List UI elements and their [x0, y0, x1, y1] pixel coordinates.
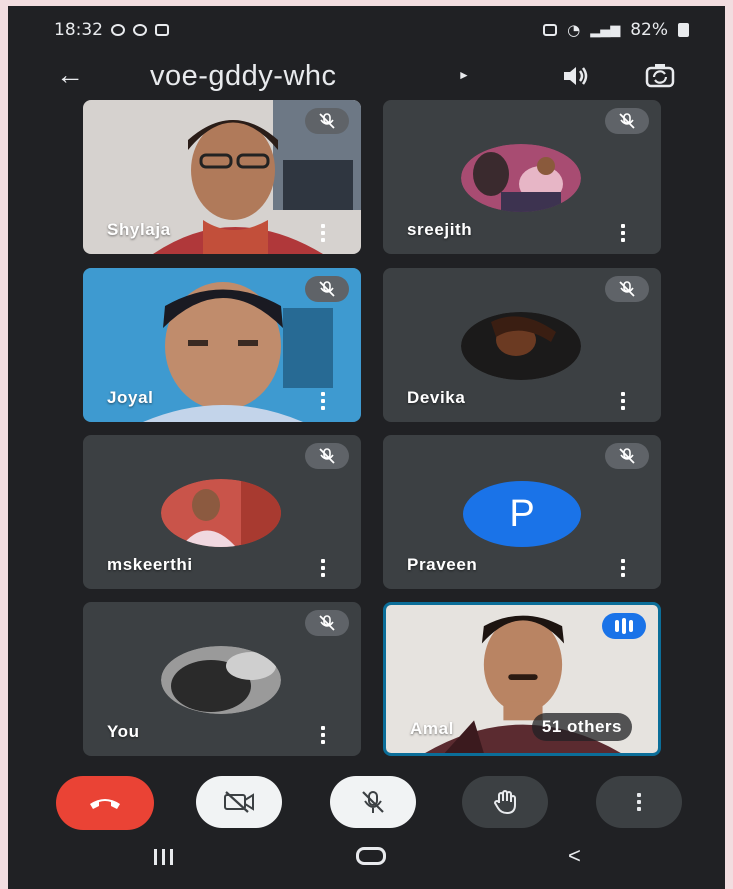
speaker-icon[interactable] — [562, 64, 590, 88]
mic-off-icon — [362, 791, 384, 813]
recent-apps-icon[interactable] — [154, 849, 173, 865]
participant-name: Joyal — [107, 388, 154, 407]
muted-mic-icon — [305, 610, 349, 636]
status-time: 18:32 — [54, 20, 103, 40]
more-options-icon[interactable] — [321, 392, 325, 410]
muted-mic-icon — [605, 443, 649, 469]
nav-back-icon[interactable]: < — [568, 843, 581, 869]
more-options-icon[interactable] — [321, 559, 325, 577]
more-options-icon[interactable] — [621, 392, 625, 410]
participant-tile-sreejith[interactable]: sreejith — [383, 100, 661, 254]
mic-toggle-button[interactable] — [330, 776, 416, 828]
flip-camera-icon[interactable] — [644, 62, 676, 90]
participant-avatar — [161, 646, 281, 714]
others-count-chip[interactable]: 51 others — [531, 713, 632, 741]
more-options-icon[interactable] — [321, 224, 325, 242]
more-options-icon[interactable] — [621, 559, 625, 577]
raise-hand-button[interactable] — [462, 776, 548, 828]
participant-avatar — [461, 144, 581, 212]
participant-tile-mskeerthi[interactable]: mskeerthi — [83, 435, 361, 589]
participant-tile-joyal[interactable]: Joyal — [83, 268, 361, 422]
participant-name: You — [107, 722, 140, 741]
participant-name: Amal — [410, 719, 454, 738]
muted-mic-icon — [305, 276, 349, 302]
participant-name: mskeerthi — [107, 555, 193, 574]
home-icon[interactable] — [356, 847, 386, 865]
participant-name: sreejith — [407, 220, 473, 239]
meeting-code[interactable]: voe-gddy-whc — [150, 60, 337, 93]
more-options-icon[interactable] — [321, 726, 325, 744]
call-controls — [8, 776, 725, 836]
participant-name: Devika — [407, 388, 466, 407]
participant-tile-devika[interactable]: Devika — [383, 268, 661, 422]
back-arrow-icon[interactable]: ← — [56, 60, 84, 90]
video-notification-icon — [155, 24, 169, 36]
more-options-button[interactable] — [596, 776, 682, 828]
caret-right-icon[interactable]: ► — [458, 68, 470, 82]
speaking-indicator-icon — [602, 613, 646, 639]
participant-tile-amal[interactable]: Amal 51 others — [383, 602, 661, 756]
participant-tile-you[interactable]: You — [83, 602, 361, 756]
participant-tile-praveen[interactable]: P Praveen — [383, 435, 661, 589]
participant-initial-avatar: P — [463, 481, 581, 547]
status-bar: 18:32 ◔ ▂▄▆ 82% — [8, 6, 725, 52]
signal-icon: ▂▄▆ — [590, 22, 621, 38]
participant-name: Praveen — [407, 555, 478, 574]
hand-icon — [493, 790, 516, 815]
meeting-header: ← voe-gddy-whc ► — [8, 54, 725, 104]
system-nav-bar: < — [8, 833, 725, 889]
wifi-icon: ◔ — [567, 21, 581, 39]
participant-tile-shylaja[interactable]: Shylaja — [83, 100, 361, 254]
battery-icon — [678, 23, 689, 37]
participant-avatar — [161, 479, 281, 547]
muted-mic-icon — [305, 108, 349, 134]
more-vert-icon — [637, 793, 641, 811]
instagram-notification-icon — [111, 24, 125, 36]
muted-mic-icon — [305, 443, 349, 469]
camera-off-icon — [224, 791, 254, 813]
muted-mic-icon — [605, 108, 649, 134]
more-options-icon[interactable] — [621, 224, 625, 242]
participant-name: Shylaja — [107, 220, 171, 239]
instagram-notification-icon-2 — [133, 24, 147, 36]
hang-up-button[interactable] — [56, 776, 154, 830]
phone-hangup-icon — [90, 799, 120, 809]
participant-avatar — [461, 312, 581, 380]
battery-percent: 82% — [630, 20, 668, 40]
meet-screen: 18:32 ◔ ▂▄▆ 82% ← voe-gddy-whc ► Shylaja… — [8, 6, 725, 889]
alarm-icon — [543, 24, 558, 36]
camera-toggle-button[interactable] — [196, 776, 282, 828]
muted-mic-icon — [605, 276, 649, 302]
